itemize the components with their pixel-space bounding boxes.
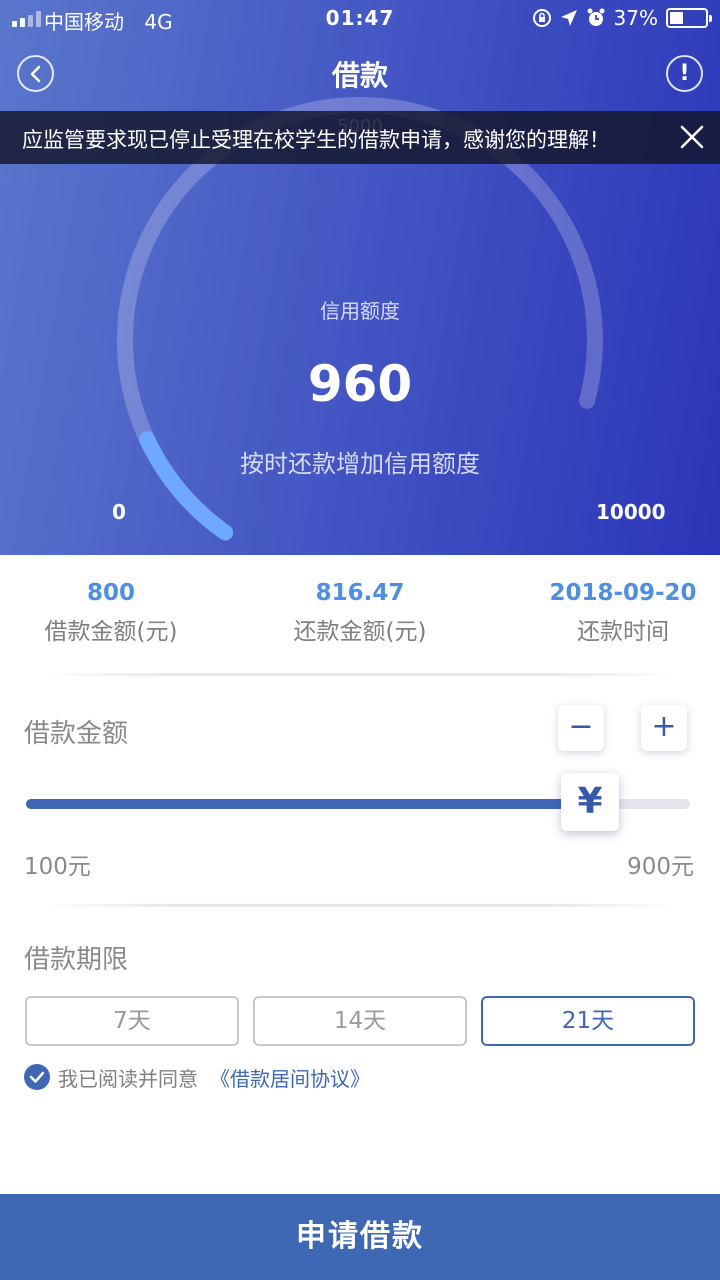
notice-banner: 应监管要求现已停止受理在校学生的借款申请，感谢您的理解！ — [0, 111, 720, 164]
check-icon — [29, 1071, 45, 1083]
summary-label: 借款金额(元) — [44, 619, 178, 645]
summary-value: 800 — [86, 580, 135, 606]
battery-icon — [666, 8, 712, 28]
agreement-link[interactable]: 《借款居间协议》 — [210, 1063, 370, 1092]
agreement-checkbox[interactable] — [24, 1064, 50, 1090]
apply-loan-button[interactable]: 申请借款 — [0, 1194, 720, 1280]
amount-range-max: 900元 — [627, 854, 694, 880]
agreement-row: 我已阅读并同意 《借款居间协议》 — [24, 1063, 370, 1091]
info-button[interactable]: ! — [666, 55, 703, 92]
gauge-title: 信用额度 — [320, 299, 400, 323]
agreement-text: 我已阅读并同意 — [58, 1066, 198, 1091]
gauge-min-label: 0 — [112, 500, 126, 524]
period-option-7[interactable]: 7天 — [25, 996, 239, 1046]
credit-limit-value: 960 — [307, 355, 413, 413]
decrease-amount-button[interactable]: − — [558, 705, 604, 751]
status-bar: 中国移动 4G 01:47 37% — [0, 0, 720, 38]
period-section-title: 借款期限 — [24, 945, 129, 975]
location-icon — [560, 10, 577, 26]
alarm-icon — [587, 8, 605, 26]
amount-slider-fill — [26, 799, 607, 809]
gauge-max-label: 10000 — [596, 500, 666, 524]
battery-level — [670, 12, 683, 24]
summary-value: 816.47 — [315, 580, 405, 606]
loan-summary: 800 借款金额(元) 816.47 还款金额(元) 2018-09-20 还款… — [0, 555, 720, 675]
summary-label: 还款金额(元) — [293, 619, 427, 645]
increase-amount-button[interactable]: + — [641, 705, 687, 751]
summary-value: 2018-09-20 — [549, 580, 697, 606]
gauge-subtitle: 按时还款增加信用额度 — [240, 450, 480, 478]
page-title: 借款 — [331, 59, 388, 92]
notice-text: 应监管要求现已停止受理在校学生的借款申请，感谢您的理解！ — [22, 128, 610, 152]
summary-repay-date: 2018-09-20 还款时间 — [503, 580, 720, 646]
amount-slider-thumb[interactable]: ¥ — [561, 773, 619, 831]
orientation-lock-icon — [532, 9, 551, 27]
amount-section-title: 借款金额 — [24, 719, 129, 749]
nav-bar: 借款 ! — [0, 38, 720, 110]
summary-label: 还款时间 — [577, 619, 669, 645]
battery-percent: 37% — [613, 6, 658, 30]
period-option-21[interactable]: 21天 — [481, 996, 695, 1046]
divider — [40, 904, 680, 907]
summary-loan-amount: 800 借款金额(元) — [0, 580, 231, 646]
summary-repay-amount: 816.47 还款金额(元) — [240, 580, 480, 646]
divider — [40, 673, 680, 676]
amount-range-min: 100元 — [24, 854, 91, 880]
credit-hero: 5000 信用额度 960 按时还款增加信用额度 0 10000 中国移动 4G… — [0, 0, 720, 555]
close-icon[interactable] — [678, 123, 706, 151]
period-option-14[interactable]: 14天 — [253, 996, 467, 1046]
status-icons: 37% — [532, 6, 712, 30]
exclamation-icon: ! — [679, 61, 690, 86]
